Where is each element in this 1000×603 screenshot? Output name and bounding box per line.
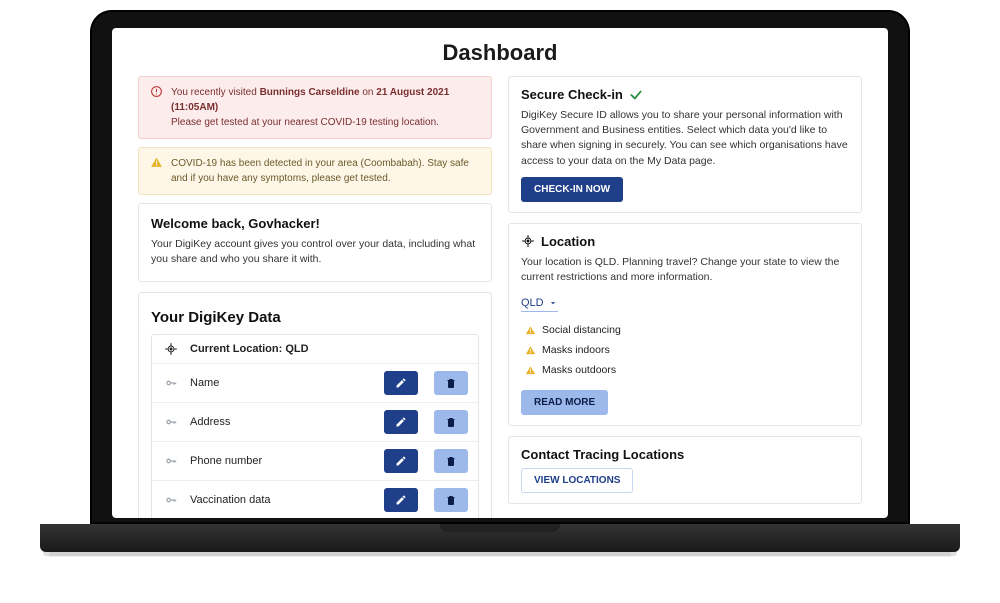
chevron-down-icon <box>548 298 558 308</box>
checkin-card: Secure Check-in DigiKey Secure ID allows… <box>508 76 862 213</box>
checkin-heading: Secure Check-in <box>521 87 623 102</box>
warning-icon <box>149 156 163 186</box>
exposure-alert: You recently visited Bunnings Carseldine… <box>138 76 492 139</box>
exposure-line2: Please get tested at your nearest COVID-… <box>171 115 481 130</box>
location-card: Location Your location is QLD. Planning … <box>508 223 862 426</box>
current-location-label: Current Location: QLD <box>190 343 468 355</box>
check-icon <box>629 88 643 102</box>
restrictions-list: Social distancing Masks indoors Masks ou… <box>525 320 849 380</box>
delete-button[interactable] <box>434 371 468 395</box>
welcome-heading: Welcome back, Govhacker! <box>151 216 479 231</box>
delete-button[interactable] <box>434 449 468 473</box>
data-row-label: Vaccination data <box>190 494 374 506</box>
area-alert: COVID-19 has been detected in your area … <box>138 147 492 195</box>
restriction-item: Masks outdoors <box>525 360 849 380</box>
data-row-label: Address <box>190 416 374 428</box>
data-row-address: Address <box>152 402 478 441</box>
delete-button[interactable] <box>434 410 468 434</box>
page-title: Dashboard <box>138 40 862 66</box>
digikey-heading: Your DigiKey Data <box>151 309 479 326</box>
location-heading: Location <box>541 234 595 249</box>
target-icon <box>521 234 535 248</box>
tracing-heading: Contact Tracing Locations <box>521 447 849 462</box>
data-row-vax: Vaccination data <box>152 480 478 518</box>
restriction-item: Masks indoors <box>525 340 849 360</box>
restriction-item: Social distancing <box>525 320 849 340</box>
delete-button[interactable] <box>434 488 468 512</box>
key-icon <box>162 376 180 390</box>
edit-button[interactable] <box>384 449 418 473</box>
data-row-phone: Phone number <box>152 441 478 480</box>
checkin-button[interactable]: CHECK-IN NOW <box>521 177 623 202</box>
edit-button[interactable] <box>384 488 418 512</box>
digikey-card: Your DigiKey Data Current Location: QLD <box>138 292 492 518</box>
current-location-row: Current Location: QLD <box>152 335 478 363</box>
exposure-place: Bunnings Carseldine <box>260 87 360 98</box>
laptop-base <box>40 524 960 552</box>
warning-icon <box>525 365 536 376</box>
read-more-button[interactable]: READ MORE <box>521 390 608 415</box>
state-select[interactable]: QLD <box>521 295 558 312</box>
tracing-card: Contact Tracing Locations VIEW LOCATIONS <box>508 436 862 504</box>
data-row-label: Name <box>190 377 374 389</box>
warning-icon <box>525 345 536 356</box>
edit-button[interactable] <box>384 410 418 434</box>
data-row-name: Name <box>152 363 478 402</box>
view-locations-button[interactable]: VIEW LOCATIONS <box>521 468 633 493</box>
data-row-label: Phone number <box>190 455 374 467</box>
warning-icon <box>525 325 536 336</box>
welcome-body: Your DigiKey account gives you control o… <box>151 237 479 267</box>
location-body: Your location is QLD. Planning travel? C… <box>521 255 849 285</box>
key-icon <box>162 415 180 429</box>
digikey-list: Current Location: QLD Name Address <box>151 334 479 518</box>
area-alert-text: COVID-19 has been detected in your area … <box>171 156 481 186</box>
exposure-prefix: You recently visited <box>171 87 260 98</box>
target-icon <box>162 342 180 356</box>
edit-button[interactable] <box>384 371 418 395</box>
welcome-card: Welcome back, Govhacker! Your DigiKey ac… <box>138 203 492 282</box>
key-icon <box>162 454 180 468</box>
exposure-on: on <box>360 87 377 98</box>
alert-icon <box>149 85 163 130</box>
checkin-body: DigiKey Secure ID allows you to share yo… <box>521 108 849 169</box>
state-selected: QLD <box>521 297 544 309</box>
key-icon <box>162 493 180 507</box>
